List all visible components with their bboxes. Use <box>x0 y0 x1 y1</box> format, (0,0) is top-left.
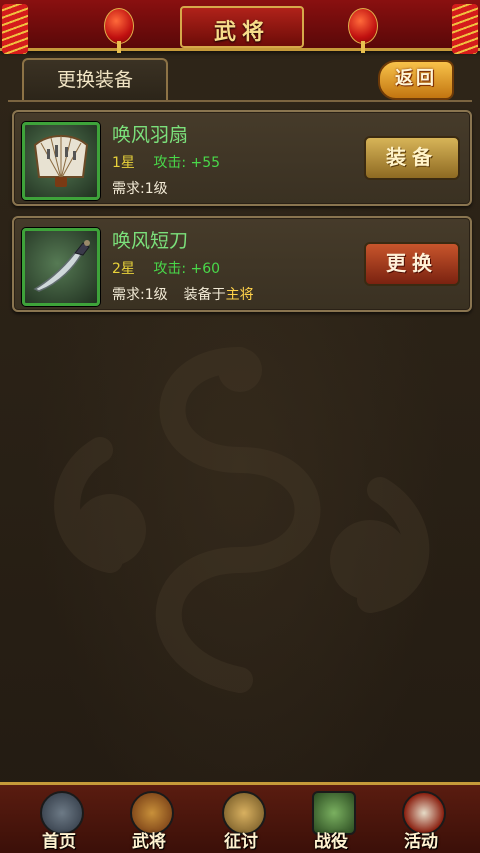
back-button[interactable]: 返回 <box>378 60 454 100</box>
header-bar: 武将 <box>0 0 480 54</box>
equipment-card: 唤风羽扇 1星 攻击: +55 需求:1级 装备 <box>12 110 472 206</box>
page-title: 武将 <box>213 20 270 45</box>
equip-button[interactable]: 装备 <box>364 136 460 180</box>
firecracker-icon <box>452 4 478 54</box>
item-stats: 1星 攻击: +55 <box>112 152 220 172</box>
nav-item-battle[interactable]: 战役 <box>286 787 376 853</box>
back-button-label: 返回 <box>395 68 437 89</box>
item-stars: 2星 <box>112 261 135 277</box>
attack-label: 攻击: <box>153 155 187 171</box>
tab-label: 更换装备 <box>56 69 133 91</box>
nav-item-home[interactable]: 首页 <box>14 787 104 853</box>
equipped-label: 装备于 <box>183 287 226 303</box>
item-requirement-row: 需求:1级 装备于主将 <box>112 284 254 304</box>
requirement-text: 需求:1级 <box>112 181 168 197</box>
replace-button[interactable]: 更换 <box>364 242 460 286</box>
firecracker-icon <box>2 4 28 54</box>
requirement-text: 需求:1级 <box>112 287 168 303</box>
nav-label: 征讨 <box>224 832 258 852</box>
item-name: 唤风羽扇 <box>112 124 189 146</box>
divider <box>8 100 472 102</box>
equipment-card: 唤风短刀 2星 攻击: +60 需求:1级 装备于主将 更换 <box>12 216 472 312</box>
folding-fan-icon[interactable] <box>22 122 100 200</box>
item-stats: 2星 攻击: +60 <box>112 258 220 278</box>
title-plaque: 武将 <box>180 6 304 48</box>
lantern-icon <box>104 8 134 53</box>
nav-item-campaign[interactable]: 征讨 <box>196 787 286 853</box>
nav-label: 活动 <box>404 832 438 852</box>
item-name: 唤风短刀 <box>112 230 189 252</box>
attack-label: 攻击: <box>153 261 187 277</box>
lantern-icon <box>348 8 378 53</box>
bottom-nav: 首页 武将 征讨 战役 活动 <box>0 782 480 853</box>
nav-label: 武将 <box>132 832 166 852</box>
nav-item-activity[interactable]: 活动 <box>376 787 466 853</box>
attack-value: +55 <box>190 155 221 171</box>
attack-value: +60 <box>190 261 221 277</box>
nav-label: 战役 <box>314 832 348 852</box>
equipment-screen: 武将 更换装备 返回 唤风羽扇 1星 攻击: +55 需求:1级 装备 唤风短刀… <box>0 0 480 853</box>
dragon-emblem-icon <box>54 347 430 693</box>
item-stars: 1星 <box>112 155 135 171</box>
nav-item-general[interactable]: 武将 <box>104 787 194 853</box>
nav-label: 首页 <box>42 832 76 852</box>
item-requirement-row: 需求:1级 <box>112 178 168 198</box>
short-blade-icon[interactable] <box>22 228 100 306</box>
tab-change-equipment[interactable]: 更换装备 <box>22 58 168 100</box>
equipped-general: 主将 <box>225 287 254 303</box>
